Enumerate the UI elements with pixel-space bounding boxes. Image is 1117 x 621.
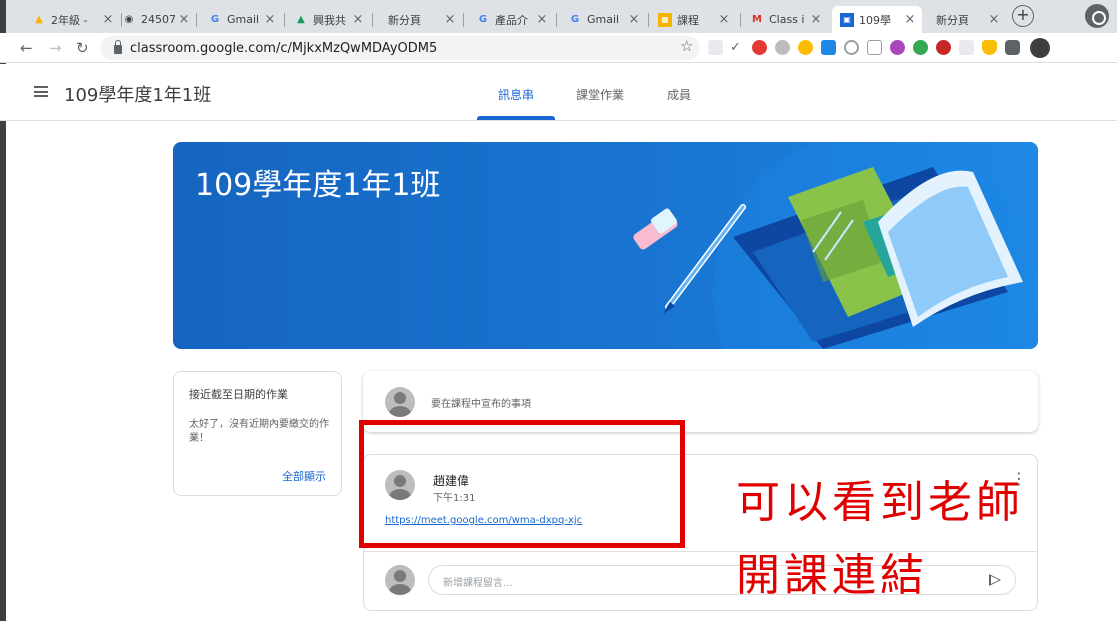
extension-icon[interactable] — [775, 40, 790, 55]
chrome-profile-icon[interactable] — [1085, 4, 1109, 28]
extension-icon[interactable] — [913, 40, 928, 55]
browser-tab[interactable]: ▲ 興我共 × — [286, 6, 370, 33]
announce-placeholder[interactable]: 要在課程中宣布的事項 — [431, 395, 531, 410]
menu-icon[interactable] — [34, 86, 48, 97]
tab-stream[interactable]: 訊息串 — [498, 86, 534, 103]
address-bar[interactable]: classroom.google.com/c/MjkxMzQwMDAyODM5 — [100, 36, 700, 60]
annotation-line-2: 開課連結 — [736, 550, 928, 601]
browser-tab[interactable]: G Gmail × — [200, 6, 282, 33]
banner-title: 109學年度1年1班 — [195, 168, 441, 203]
google-icon: G — [570, 14, 580, 25]
checkmark-extension-icon[interactable]: ✓ — [730, 40, 745, 55]
annotation-line-1: 可以看到老師 — [736, 477, 1024, 528]
avatar — [385, 387, 415, 417]
upcoming-card: 接近截至日期的作業 太好了，沒有近期內要繳交的作業！ 全部顯示 — [173, 371, 342, 496]
tab-people[interactable]: 成員 — [667, 86, 691, 103]
globe-icon: ◉ — [124, 14, 134, 25]
highlight-box — [359, 420, 685, 548]
new-tab-button[interactable]: + — [1012, 5, 1034, 27]
send-icon[interactable] — [989, 574, 1001, 586]
close-tab-icon[interactable]: × — [808, 12, 824, 27]
back-arrow-icon[interactable]: ← — [20, 39, 33, 57]
close-tab-icon[interactable]: × — [534, 12, 550, 27]
reload-icon[interactable]: ↻ — [76, 39, 89, 57]
bookmark-star-icon[interactable]: ☆ — [680, 37, 693, 55]
url-text: classroom.google.com/c/MjkxMzQwMDAyODM5 — [130, 40, 438, 56]
active-tab-indicator — [477, 116, 555, 120]
extension-icon[interactable] — [821, 40, 836, 55]
close-tab-icon[interactable]: × — [986, 12, 1002, 27]
lock-icon — [114, 39, 122, 54]
close-tab-icon[interactable]: × — [902, 12, 918, 27]
extension-icon[interactable] — [890, 40, 905, 55]
forward-arrow-icon[interactable]: → — [49, 39, 62, 57]
extension-icon[interactable] — [798, 40, 813, 55]
google-drive-icon: ▲ — [35, 14, 43, 25]
close-tab-icon[interactable]: × — [176, 12, 192, 27]
browser-tab[interactable]: M Class i × — [742, 6, 828, 33]
calendar-icon: ▦ — [658, 12, 672, 27]
course-banner: 109學年度1年1班 — [173, 142, 1038, 349]
opera-extension-icon[interactable] — [752, 40, 767, 55]
gmail-icon: M — [752, 14, 762, 25]
extension-icon[interactable] — [867, 40, 882, 55]
user-avatar-icon[interactable] — [1030, 38, 1050, 58]
browser-tab-strip: ▲ 2年級 - × ◉ 24507( × G Gmail × ▲ 興我共 × 新… — [0, 0, 1117, 33]
comment-placeholder: 新增課程留言... — [443, 578, 513, 589]
close-tab-icon[interactable]: × — [262, 12, 278, 27]
classroom-header: 109學年度1年1班 訊息串 課堂作業 成員 — [0, 64, 1117, 121]
upcoming-title: 接近截至日期的作業 — [189, 388, 288, 401]
upcoming-message: 太好了，沒有近期內要繳交的作業！ — [189, 419, 329, 444]
tab-classwork[interactable]: 課堂作業 — [576, 86, 624, 103]
browser-tab[interactable]: ▦ 課程 × — [650, 6, 736, 33]
divider — [364, 551, 1037, 552]
browser-tab[interactable]: ◉ 24507( × — [114, 6, 196, 33]
browser-tab-active[interactable]: ▣ 109學 × — [832, 6, 922, 33]
close-tab-icon[interactable]: × — [442, 12, 458, 27]
browser-tab[interactable]: ▲ 2年級 - × — [24, 6, 120, 33]
view-all-link[interactable]: 全部顯示 — [282, 468, 326, 484]
grid-extension-icon[interactable] — [959, 40, 974, 55]
google-drive-icon: ▲ — [297, 14, 305, 25]
close-tab-icon[interactable]: × — [350, 12, 366, 27]
course-title[interactable]: 109學年度1年1班 — [64, 81, 211, 107]
google-icon: G — [478, 14, 488, 25]
hand-extension-icon[interactable] — [982, 40, 997, 55]
extension-icon[interactable] — [844, 40, 859, 55]
avatar — [385, 565, 415, 595]
close-tab-icon[interactable]: × — [716, 12, 732, 27]
classroom-icon: ▣ — [840, 12, 854, 27]
browser-tab[interactable]: G 產品介 × — [468, 6, 554, 33]
extension-icon[interactable] — [708, 40, 723, 55]
browser-tab[interactable]: 新分頁 × — [924, 6, 1006, 33]
browser-tab[interactable]: G Gmail × — [560, 6, 646, 33]
close-tab-icon[interactable]: × — [626, 12, 642, 27]
puzzle-icon[interactable] — [1005, 40, 1020, 55]
browser-toolbar: ← → ↻ classroom.google.com/c/MjkxMzQwMDA… — [0, 33, 1117, 63]
extension-icon[interactable] — [936, 40, 951, 55]
browser-tab[interactable]: 新分頁 × — [376, 6, 462, 33]
google-icon: G — [210, 14, 220, 25]
